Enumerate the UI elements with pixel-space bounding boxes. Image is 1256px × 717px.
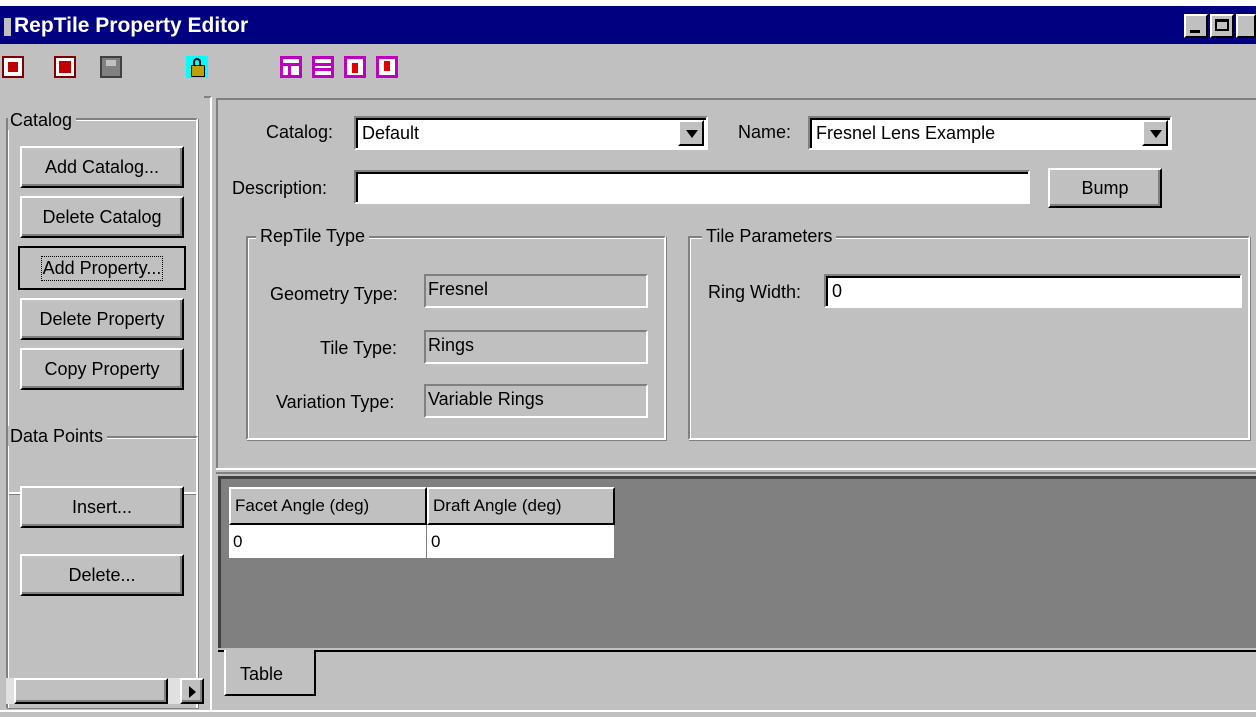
- sidebar: Catalog Add Catalog... Delete Catalog Ad…: [0, 96, 212, 717]
- add-property-button[interactable]: Add Property...: [18, 246, 186, 290]
- tile-parameters-group-label: Tile Parameters: [702, 226, 837, 246]
- status-edge: [0, 710, 1256, 717]
- ring-width-label: Ring Width:: [708, 282, 802, 302]
- catalog-dropdown-icon[interactable]: [678, 120, 704, 146]
- scrollbar-thumb[interactable]: [14, 678, 168, 704]
- app-icon: [4, 18, 11, 36]
- name-dropdown-icon[interactable]: [1142, 120, 1168, 146]
- toolbar: [0, 48, 1256, 90]
- catalog-select-value: Default: [358, 120, 420, 146]
- description-label: Description:: [232, 178, 328, 198]
- variation-type-field: Variable Rings: [424, 384, 648, 418]
- close-button[interactable]: [1236, 14, 1256, 38]
- properties-panel: Catalog: Default Name: Fresnel Lens Exam…: [216, 98, 1256, 468]
- name-select[interactable]: Fresnel Lens Example: [808, 116, 1172, 150]
- layout-left-icon[interactable]: [280, 56, 302, 78]
- grid-header-facet-angle[interactable]: Facet Angle (deg): [229, 487, 427, 525]
- window-title: RepTile Property Editor: [14, 14, 249, 37]
- insert-above-icon[interactable]: [376, 56, 398, 78]
- catalog-group-label: Catalog: [8, 110, 77, 130]
- ring-width-value: 0: [828, 278, 843, 304]
- geometry-type-label: Geometry Type:: [270, 284, 398, 304]
- data-grid[interactable]: Facet Angle (deg) Draft Angle (deg) 0 0: [218, 476, 1256, 648]
- name-select-value: Fresnel Lens Example: [812, 120, 996, 146]
- tile-parameters-group: [688, 236, 1250, 440]
- unlock-icon[interactable]: [186, 56, 208, 78]
- export-icon[interactable]: [2, 56, 24, 78]
- catalog-select[interactable]: Default: [354, 116, 708, 150]
- sidebar-splitter[interactable]: [204, 96, 212, 717]
- reptile-type-group-label: RepTile Type: [256, 226, 370, 246]
- insert-below-icon[interactable]: [344, 56, 366, 78]
- grid-header-draft-angle[interactable]: Draft Angle (deg): [427, 487, 615, 525]
- data-points-group-label: Data Points: [8, 426, 108, 446]
- tab-strip: Table: [218, 650, 1256, 710]
- ring-width-input[interactable]: 0: [824, 274, 1242, 308]
- tab-table[interactable]: Table: [224, 650, 316, 696]
- catalog-label: Catalog:: [266, 122, 334, 142]
- delete-catalog-button[interactable]: Delete Catalog: [20, 196, 184, 238]
- grid-cell-facet-angle[interactable]: 0: [229, 525, 427, 559]
- copy-property-button[interactable]: Copy Property: [20, 348, 184, 390]
- description-input[interactable]: [354, 170, 1030, 204]
- scroll-right-button[interactable]: [180, 678, 204, 704]
- grid-cell-draft-angle[interactable]: 0: [427, 525, 615, 559]
- sidebar-hscrollbar[interactable]: [6, 678, 204, 704]
- tile-type-field: Rings: [424, 330, 648, 364]
- insert-button[interactable]: Insert...: [20, 486, 184, 528]
- bump-button[interactable]: Bump: [1048, 168, 1162, 208]
- add-catalog-button[interactable]: Add Catalog...: [20, 146, 184, 188]
- geometry-type-field: Fresnel: [424, 274, 648, 308]
- tile-type-label: Tile Type:: [320, 338, 398, 358]
- delete-property-button[interactable]: Delete Property: [20, 298, 184, 340]
- add-property-label: Add Property...: [40, 255, 164, 281]
- save-icon[interactable]: [100, 56, 122, 78]
- tab-table-label: Table: [240, 664, 284, 684]
- variation-type-label: Variation Type:: [276, 392, 395, 412]
- import-icon[interactable]: [54, 56, 76, 78]
- maximize-button[interactable]: [1210, 14, 1234, 38]
- panel-splitter[interactable]: [216, 468, 1256, 474]
- delete-button[interactable]: Delete...: [20, 554, 184, 596]
- minimize-button[interactable]: [1184, 14, 1208, 38]
- name-label: Name:: [738, 122, 792, 142]
- layout-split-icon[interactable]: [312, 56, 334, 78]
- title-bar[interactable]: RepTile Property Editor: [0, 0, 1256, 44]
